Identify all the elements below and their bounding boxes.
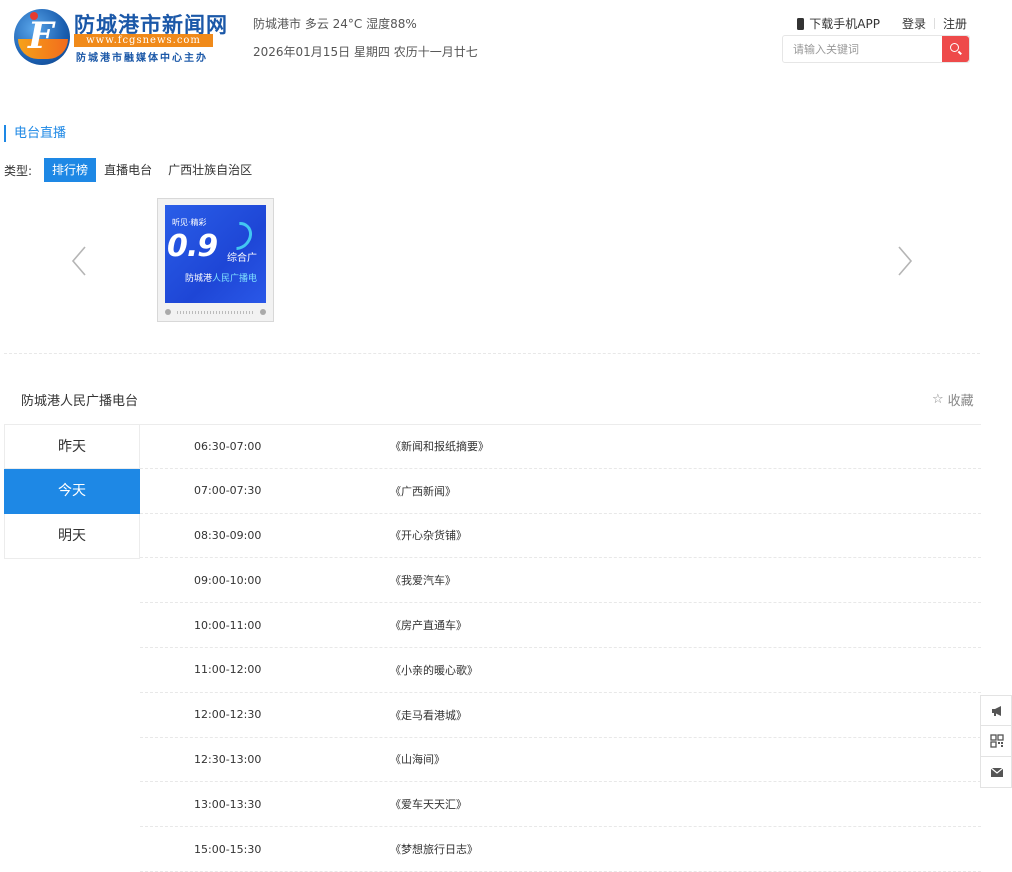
schedule-row: 09:00-10:00 《我爱汽车》 [140, 558, 981, 604]
tab-tomorrow[interactable]: 明天 [4, 514, 140, 559]
qrcode-button[interactable] [980, 726, 1012, 757]
schedule-row: 15:00-15:30 《梦想旅行日志》 [140, 827, 981, 872]
schedule-row: 08:30-09:00 《开心杂货铺》 [140, 514, 981, 559]
carousel-prev-button[interactable] [70, 245, 90, 277]
collect-label: 收藏 [947, 394, 974, 409]
logo-subtitle: 防城港市融媒体中心主办 [76, 53, 208, 64]
program-title: 《开心杂货铺》 [390, 529, 467, 543]
schedule-row: 06:30-07:00 《新闻和报纸摘要》 [140, 424, 981, 469]
program-time: 11:00-12:00 [194, 663, 262, 677]
search-box [782, 35, 970, 63]
program-title: 《小亲的暖心歌》 [390, 663, 478, 677]
chevron-right-icon [898, 246, 913, 276]
tab-today[interactable]: 今天 [4, 469, 140, 514]
program-time: 12:00-12:30 [194, 708, 262, 722]
type-live-radio[interactable]: 直播电台 [96, 158, 160, 182]
program-schedule: 06:30-07:00 《新闻和报纸摘要》 07:00-07:30 《广西新闻》 0… [140, 424, 981, 872]
program-title: 《山海间》 [390, 753, 445, 767]
section-title: 电台直播 [4, 125, 66, 142]
register-link[interactable]: 注册 [943, 15, 967, 32]
program-time: 10:00-11:00 [194, 618, 262, 632]
schedule-row: 07:00-07:30 《广西新闻》 [140, 469, 981, 514]
star-icon: ☆ [932, 392, 944, 407]
weather-info: 防城港市 多云 24°C 湿度88% [253, 17, 417, 31]
logo-url: www.fcgsnews.com [74, 34, 213, 47]
program-title: 《走马看港城》 [390, 708, 467, 722]
qrcode-icon [990, 734, 1004, 748]
search-input[interactable] [783, 36, 942, 62]
megaphone-icon [992, 706, 1001, 716]
schedule-row: 13:00-13:30 《爱车天天汇》 [140, 782, 981, 828]
type-label: 类型: [4, 163, 33, 178]
carousel-next-button[interactable] [894, 245, 914, 277]
program-title: 《广西新闻》 [390, 484, 456, 498]
program-title: 《新闻和报纸摘要》 [390, 440, 489, 454]
program-time: 09:00-10:00 [194, 573, 262, 587]
schedule-row: 12:00-12:30 《走马看港城》 [140, 693, 981, 738]
type-ranking[interactable]: 排行榜 [44, 158, 97, 182]
site-logo[interactable]: F 防城港市新闻网 www.fcgsnews.com 防城港市融媒体中心主办 [14, 9, 227, 65]
program-time: 08:30-09:00 [194, 528, 262, 542]
announcement-button[interactable] [980, 695, 1012, 726]
program-time: 12:30-13:00 [194, 752, 262, 766]
search-button[interactable] [942, 36, 969, 62]
station-card[interactable]: 听见·精彩 0.9 综合广 防城港人民广播电 [157, 198, 274, 322]
phone-icon [797, 17, 805, 30]
program-title: 《爱车天天汇》 [390, 798, 467, 812]
divider [4, 353, 980, 354]
program-time: 07:00-07:30 [194, 484, 262, 498]
station-cover-image: 听见·精彩 0.9 综合广 防城港人民广播电 [165, 205, 266, 303]
date-info: 2026年01月15日 星期四 农历十一月廿七 [253, 45, 478, 59]
station-name: 防城港人民广播电台 [21, 394, 139, 409]
mail-icon [990, 767, 1004, 777]
schedule-row: 11:00-12:00 《小亲的暖心歌》 [140, 648, 981, 693]
type-filter: 类型: 排行榜 直播电台 广西壮族自治区 [4, 158, 260, 182]
schedule-row: 10:00-11:00 《房产直通车》 [140, 603, 981, 648]
chevron-left-icon [71, 246, 86, 276]
type-guangxi[interactable]: 广西壮族自治区 [160, 158, 260, 182]
program-title: 《我爱汽车》 [390, 574, 456, 588]
radio-base [165, 307, 266, 317]
tab-yesterday[interactable]: 昨天 [4, 424, 140, 469]
program-time: 13:00-13:30 [194, 797, 262, 811]
schedule-row: 12:30-13:00 《山海间》 [140, 738, 981, 783]
program-time: 06:30-07:00 [194, 439, 262, 453]
login-link[interactable]: 登录 [902, 15, 926, 32]
mail-button[interactable] [980, 757, 1012, 788]
day-tabs: 昨天 今天 明天 [4, 424, 140, 559]
logo-emblem: F [14, 9, 70, 65]
program-time: 15:00-15:30 [194, 842, 262, 856]
collect-button[interactable]: ☆ 收藏 [932, 390, 974, 409]
floating-toolbar [980, 695, 1012, 788]
top-links: 下载手机APP 登录 注册 [797, 15, 967, 32]
program-title: 《梦想旅行日志》 [390, 843, 478, 857]
divider [933, 18, 935, 29]
program-title: 《房产直通车》 [390, 619, 467, 633]
download-app-link[interactable]: 下载手机APP [809, 15, 880, 32]
